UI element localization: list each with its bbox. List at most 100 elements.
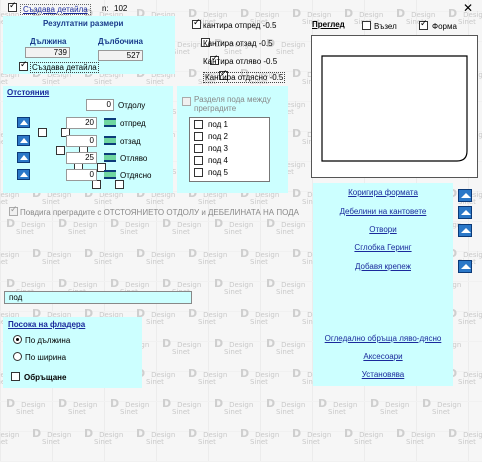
watermark-word: Sinet bbox=[172, 228, 190, 236]
create-part-check[interactable] bbox=[19, 60, 28, 72]
action-link[interactable]: Добавя крепеж bbox=[313, 262, 453, 271]
distance-input[interactable]: 0 bbox=[66, 169, 97, 181]
action-link[interactable]: Отвори bbox=[313, 225, 453, 234]
distance-option-checkbox[interactable] bbox=[92, 179, 101, 189]
watermark-tile: DDesignSinet bbox=[110, 218, 149, 236]
watermark-tile: DDesignSinet bbox=[162, 337, 201, 356]
split-floor-checkbox[interactable] bbox=[182, 97, 191, 107]
action-link[interactable]: Огледално обръща ляво-дясно bbox=[313, 334, 453, 343]
partition-item-label: под 2 bbox=[208, 132, 228, 141]
distance-option-checkbox[interactable] bbox=[38, 127, 47, 137]
distance-input[interactable]: 25 bbox=[66, 152, 97, 164]
watermark-letter: D bbox=[240, 427, 250, 440]
watermark-tile: DDesignSinet bbox=[162, 218, 201, 236]
watermark-letter: D bbox=[240, 307, 250, 320]
move-up-icon-2[interactable] bbox=[458, 206, 472, 219]
watermark-tile: DDesignSinet bbox=[58, 218, 97, 236]
create-part-label[interactable]: Създава детайла bbox=[30, 62, 99, 73]
preview-node-check[interactable] bbox=[362, 21, 371, 31]
watermark-tile: DDesignSinet bbox=[266, 277, 305, 296]
watermark-word: Sinet bbox=[250, 258, 268, 266]
create-part-checkbox[interactable] bbox=[19, 60, 28, 72]
edge-thickness-icon[interactable] bbox=[104, 153, 116, 162]
distance-spin-icon[interactable] bbox=[17, 152, 30, 163]
edge-thickness-icon[interactable] bbox=[104, 170, 116, 179]
split-floor-check[interactable] bbox=[182, 97, 191, 107]
watermark-tile: DDesignSinet bbox=[6, 218, 45, 236]
distance-label: отпред bbox=[120, 119, 146, 128]
watermark-word: Sinet bbox=[94, 438, 112, 446]
name-input[interactable]: под bbox=[4, 291, 192, 304]
watermark-letter: D bbox=[396, 7, 406, 20]
grain-length-radio[interactable] bbox=[13, 335, 22, 345]
depth-label: Дълбочина bbox=[98, 37, 143, 46]
create-part-top-label[interactable]: Създава детайла bbox=[20, 4, 91, 15]
distance-spin-icon[interactable] bbox=[17, 117, 30, 128]
action-link[interactable]: Коригира формата bbox=[313, 188, 453, 197]
partition-item-check[interactable] bbox=[194, 156, 203, 166]
edge-thickness-icon[interactable] bbox=[104, 136, 116, 145]
partition-item-check[interactable] bbox=[194, 132, 203, 142]
distance-input[interactable]: 20 bbox=[66, 117, 97, 129]
partition-item[interactable]: под 5 bbox=[194, 168, 228, 178]
partition-item[interactable]: под 3 bbox=[194, 144, 228, 154]
distance-option-checkbox[interactable] bbox=[56, 145, 65, 155]
partition-item-check[interactable] bbox=[194, 144, 203, 154]
distance-input[interactable]: 0 bbox=[86, 99, 114, 111]
partition-item[interactable]: под 1 bbox=[194, 120, 228, 130]
move-up-icon-4[interactable] bbox=[458, 260, 472, 273]
watermark-tile: DDesignSinet bbox=[136, 428, 175, 446]
create-part-top-checkbox[interactable] bbox=[8, 1, 17, 13]
grain-rotate-checkbox[interactable] bbox=[11, 372, 20, 382]
close-icon[interactable]: ✕ bbox=[463, 1, 473, 15]
watermark-tile: DDesignSinet bbox=[110, 398, 149, 416]
action-link[interactable]: Сглобка Геринг bbox=[313, 243, 453, 252]
watermark-word: Sinet bbox=[16, 408, 34, 416]
action-link[interactable]: Аксесоари bbox=[313, 352, 453, 361]
watermark-letter: D bbox=[162, 337, 172, 350]
preview-node-checkbox[interactable] bbox=[362, 21, 371, 31]
watermark-word: Sinet bbox=[224, 228, 242, 236]
watermark-tile: DDesignSinet bbox=[396, 7, 435, 26]
watermark-tile: DDesignSinet bbox=[6, 398, 45, 416]
distance-option-checkbox[interactable] bbox=[115, 179, 124, 189]
preview-shape-check[interactable] bbox=[419, 19, 428, 31]
grain-width-radio[interactable] bbox=[13, 352, 22, 362]
edge-band-checkbox[interactable] bbox=[192, 18, 201, 30]
partition-item-check[interactable] bbox=[194, 168, 203, 178]
edge-thickness-icon[interactable] bbox=[104, 118, 116, 127]
partitions-list[interactable]: под 1 под 2 под 3 под 4 под 5 bbox=[189, 117, 270, 182]
watermark-tile: DDesignSinet bbox=[188, 428, 227, 446]
distance-label: Отляво bbox=[120, 154, 148, 163]
distance-input[interactable]: 0 bbox=[66, 135, 97, 147]
watermark-tile: DDesignSinet bbox=[240, 427, 279, 446]
watermark-letter: D bbox=[292, 187, 302, 200]
grain-rotate-check[interactable] bbox=[11, 372, 20, 382]
watermark-word: Sinet bbox=[42, 198, 60, 206]
watermark-tile: DDesignSinet bbox=[266, 338, 305, 356]
grain-length-radio-dot[interactable] bbox=[13, 335, 22, 345]
action-link[interactable]: Дебелини на кантовете bbox=[313, 207, 453, 216]
watermark-tile: DDesignSinet bbox=[136, 248, 175, 266]
partition-item[interactable]: под 2 bbox=[194, 132, 228, 142]
watermark-letter: D bbox=[266, 277, 276, 290]
distance-spin-icon[interactable] bbox=[17, 169, 30, 180]
move-up-icon-3[interactable] bbox=[458, 224, 472, 237]
raise-partitions-check[interactable] bbox=[9, 205, 18, 217]
partition-item-check[interactable] bbox=[194, 120, 203, 130]
distance-spin-icon[interactable] bbox=[17, 135, 30, 146]
edge-band-label: Кантира отзад -0.5 bbox=[203, 39, 273, 48]
raise-partitions-checkbox[interactable] bbox=[9, 205, 18, 217]
partition-item[interactable]: под 4 bbox=[194, 156, 228, 166]
distance-label: отзад bbox=[120, 137, 141, 146]
watermark-word: Sinet bbox=[224, 348, 242, 356]
grain-width-radio-dot[interactable] bbox=[13, 352, 22, 362]
watermark-word: Sinet bbox=[224, 408, 242, 416]
grain-rotate-label: Обръщане bbox=[24, 373, 67, 382]
preview-shape-checkbox[interactable] bbox=[419, 19, 428, 31]
action-link[interactable]: Установява bbox=[313, 370, 453, 379]
move-up-icon-1[interactable] bbox=[458, 189, 472, 202]
create-part-top-check[interactable] bbox=[8, 1, 17, 13]
watermark-tile: DDesignSinet bbox=[266, 398, 305, 416]
watermark-letter: D bbox=[292, 367, 302, 380]
